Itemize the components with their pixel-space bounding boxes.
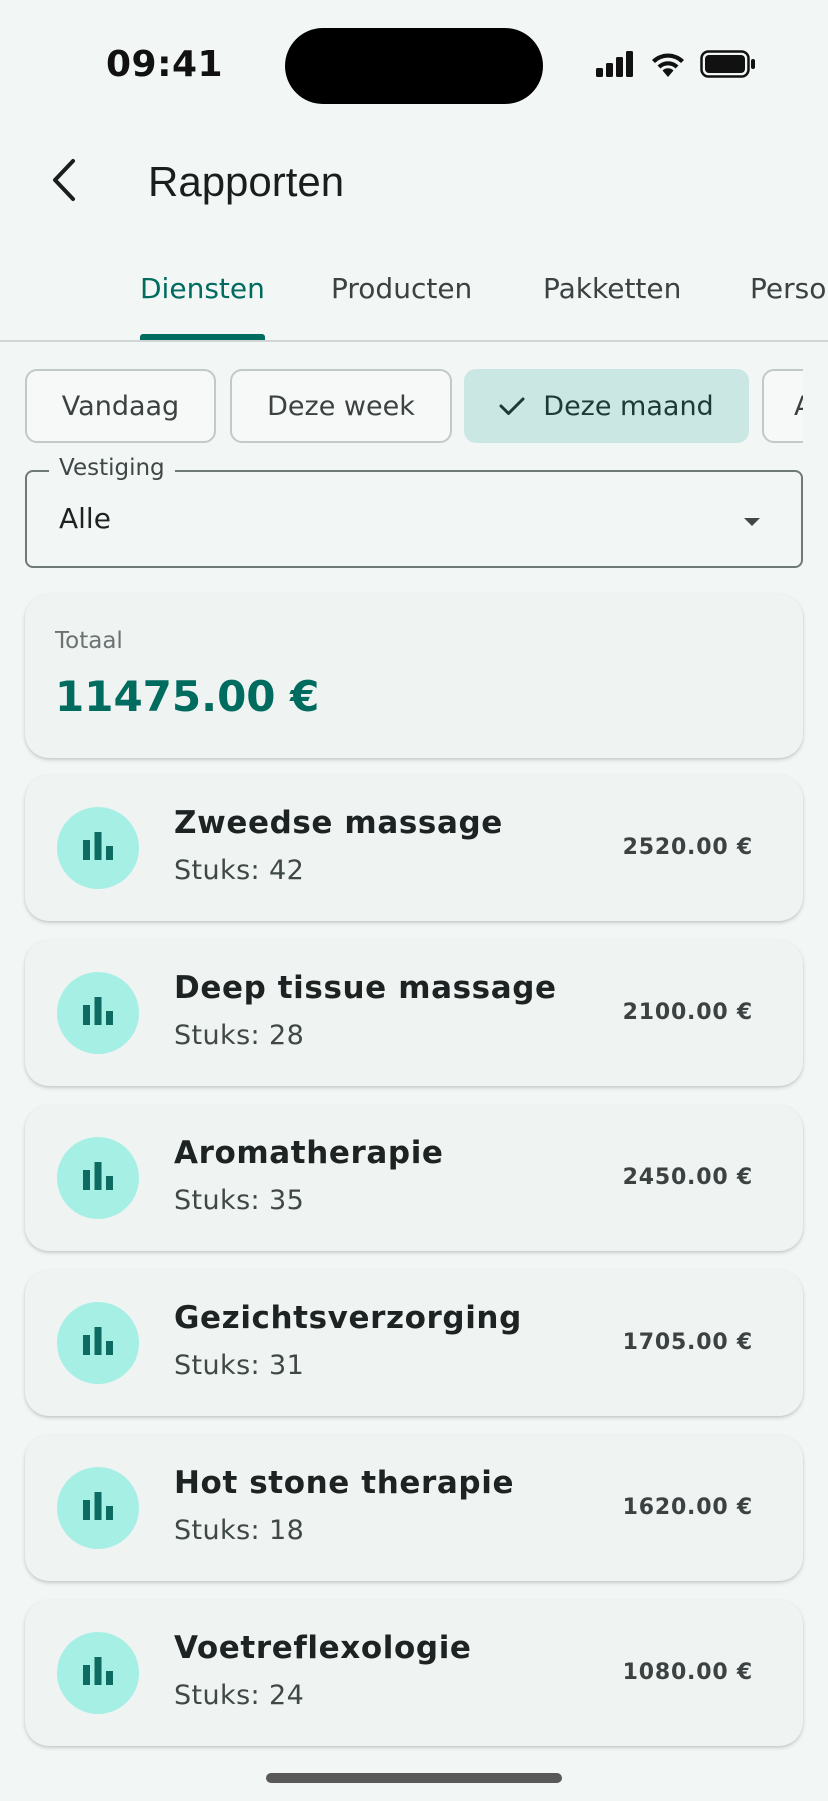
location-select[interactable]: Vestiging Alle [25, 455, 803, 568]
dynamic-island [285, 28, 543, 104]
chip-label: Vandaag [61, 390, 180, 422]
service-name: Gezichtsverzorging [174, 1300, 522, 1336]
tab-personeel[interactable]: Perso [750, 272, 826, 305]
service-avatar [57, 972, 139, 1054]
tab-diensten[interactable]: Diensten [140, 272, 265, 305]
status-icons [596, 50, 756, 82]
dropdown-arrow-icon [743, 512, 761, 531]
app-bar: Rapporten [0, 140, 828, 232]
bar-chart-icon [82, 1492, 114, 1524]
check-icon [499, 396, 525, 416]
service-name: Deep tissue massage [174, 970, 557, 1006]
service-card[interactable]: Aromatherapie Stuks: 35 2450.00 € [25, 1105, 803, 1251]
service-card[interactable]: Hot stone therapie Stuks: 18 1620.00 € [25, 1435, 803, 1581]
select-label: Vestiging [49, 455, 175, 481]
chip-deze-maand[interactable]: Deze maand [464, 369, 749, 443]
service-amount: 1705.00 € [622, 1330, 753, 1355]
chip-label: A [794, 391, 803, 422]
service-name: Hot stone therapie [174, 1465, 515, 1501]
service-count: Stuks: 24 [174, 1680, 305, 1711]
total-value: 11475.00 € [55, 672, 320, 721]
service-avatar [57, 1137, 139, 1219]
tab-pakketten[interactable]: Pakketten [543, 272, 681, 305]
service-name: Voetreflexologie [174, 1630, 472, 1666]
chevron-left-icon [49, 158, 79, 206]
wifi-icon [650, 51, 686, 81]
service-amount: 2520.00 € [622, 835, 753, 860]
bar-chart-icon [82, 997, 114, 1029]
service-amount: 1080.00 € [622, 1660, 753, 1685]
service-count: Stuks: 35 [174, 1185, 305, 1216]
bar-chart-icon [82, 832, 114, 864]
service-amount: 2450.00 € [622, 1165, 753, 1190]
status-bar: 09:41 [0, 0, 828, 120]
bar-chart-icon [82, 1657, 114, 1689]
period-filter-chips: Vandaag Deze week Deze maand A [25, 368, 803, 448]
service-card[interactable]: Deep tissue massage Stuks: 28 2100.00 € [25, 940, 803, 1086]
service-avatar [57, 1632, 139, 1714]
status-time: 09:41 [106, 44, 224, 85]
battery-icon [700, 50, 756, 82]
service-card[interactable]: Gezichtsverzorging Stuks: 31 1705.00 € [25, 1270, 803, 1416]
chip-deze-week[interactable]: Deze week [230, 369, 452, 443]
tab-producten[interactable]: Producten [331, 272, 472, 305]
bar-chart-icon [82, 1162, 114, 1194]
tab-indicator [140, 334, 265, 340]
chip-label: Deze week [267, 390, 415, 422]
service-avatar [57, 1467, 139, 1549]
bar-chart-icon [82, 1327, 114, 1359]
service-avatar [57, 1302, 139, 1384]
service-name: Zweedse massage [174, 805, 503, 841]
page-title: Rapporten [148, 158, 345, 205]
chip-label: Deze maand [543, 390, 714, 422]
service-count: Stuks: 18 [174, 1515, 305, 1546]
cellular-signal-icon [596, 51, 636, 81]
service-amount: 2100.00 € [622, 1000, 753, 1025]
service-amount: 1620.00 € [622, 1495, 753, 1520]
total-card: Totaal 11475.00 € [25, 594, 803, 758]
select-value: Alle [59, 502, 111, 535]
chip-aangepast[interactable]: A [762, 369, 803, 443]
service-name: Aromatherapie [174, 1135, 444, 1171]
service-card[interactable]: Zweedse massage Stuks: 42 2520.00 € [25, 775, 803, 921]
home-indicator[interactable] [266, 1773, 562, 1783]
chip-vandaag[interactable]: Vandaag [25, 369, 216, 443]
tab-bar: Diensten Producten Pakketten Perso [0, 258, 828, 342]
service-count: Stuks: 31 [174, 1350, 305, 1381]
total-label: Totaal [55, 628, 123, 654]
back-button[interactable] [28, 146, 100, 218]
service-count: Stuks: 28 [174, 1020, 305, 1051]
service-avatar [57, 807, 139, 889]
service-card[interactable]: Voetreflexologie Stuks: 24 1080.00 € [25, 1600, 803, 1746]
service-count: Stuks: 42 [174, 855, 305, 886]
